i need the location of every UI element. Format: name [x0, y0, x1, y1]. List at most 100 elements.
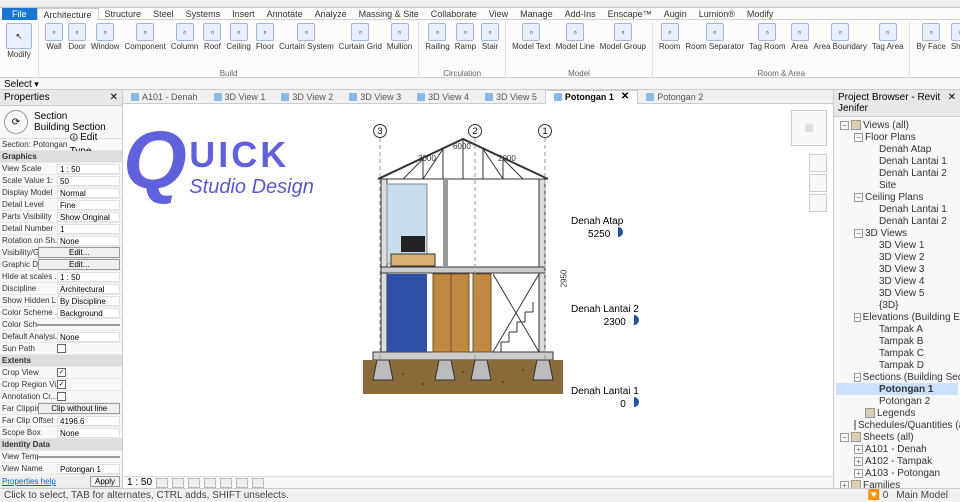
prop-value[interactable]: Show Original — [57, 212, 120, 222]
properties-help-link[interactable]: Properties help — [2, 477, 56, 486]
menu-tab[interactable]: Augin — [658, 8, 693, 20]
area-boundary-button[interactable]: ▫Area Boundary — [812, 22, 869, 52]
prop-group-header[interactable]: Extents — [0, 355, 122, 367]
railing-button[interactable]: ▫Railing — [423, 22, 451, 52]
view-tab[interactable]: 3D View 5 — [477, 90, 545, 104]
view-tab[interactable]: 3D View 4 — [409, 90, 477, 104]
prop-group-header[interactable]: Identity Data — [0, 439, 122, 451]
view-tab[interactable]: Potongan 1 ✕ — [545, 90, 638, 104]
tree-item[interactable]: Tampak C — [836, 347, 958, 359]
tree-item[interactable]: Denah Lantai 2 — [836, 167, 958, 179]
hide-icon[interactable] — [236, 478, 248, 488]
apply-button[interactable]: Apply — [90, 476, 120, 487]
tree-expander[interactable]: − — [854, 229, 863, 238]
prop-value[interactable]: 4196.6 — [57, 416, 120, 426]
level-marker[interactable]: Denah Atap5250 — [571, 216, 623, 240]
scale-label[interactable]: 1 : 50 — [127, 477, 152, 488]
door-button[interactable]: ▫Door — [66, 22, 88, 52]
reveal-icon[interactable] — [252, 478, 264, 488]
prop-edit-button[interactable]: Edit... — [38, 259, 120, 270]
menu-tab[interactable]: Modify — [741, 8, 780, 20]
tree-expander[interactable]: − — [840, 121, 849, 130]
menu-tab[interactable]: Massing & Site — [353, 8, 425, 20]
tree-item[interactable]: Legends — [836, 407, 958, 419]
roof-button[interactable]: ▫Roof — [201, 22, 223, 52]
drawing-canvas[interactable]: Q UICK Studio Design 3 2 1 6000 3000 200… — [123, 104, 833, 476]
prop-value[interactable]: Fine — [57, 200, 120, 210]
menu-tab[interactable]: Architecture — [37, 8, 99, 20]
select-dropdown[interactable]: Select ▾ — [0, 78, 960, 90]
tree-item[interactable]: −Floor Plans — [836, 131, 958, 143]
model-text-button[interactable]: ▫Model Text — [510, 22, 553, 52]
menu-tab[interactable]: Add-Ins — [559, 8, 602, 20]
menu-tab[interactable]: Enscape™ — [602, 8, 658, 20]
floor-button[interactable]: ▫Floor — [254, 22, 276, 52]
tree-item[interactable]: Denah Lantai 2 — [836, 215, 958, 227]
prop-value[interactable]: 1 : 50 — [57, 164, 120, 174]
menu-tab[interactable]: Collaborate — [425, 8, 483, 20]
menu-tab[interactable]: View — [483, 8, 514, 20]
curtain-system-button[interactable]: ▫Curtain System — [277, 22, 336, 52]
ceiling-button[interactable]: ▫Ceiling — [224, 22, 252, 52]
view-tab[interactable]: Potongan 2 — [638, 90, 711, 104]
prop-value[interactable]: Potongan 1 — [57, 464, 120, 474]
menu-tab[interactable]: Lumion® — [693, 8, 741, 20]
zoom-icon[interactable] — [809, 194, 827, 212]
prop-checkbox[interactable] — [57, 392, 66, 401]
area-button[interactable]: ▫Area — [789, 22, 811, 52]
tree-expander[interactable]: + — [840, 481, 849, 489]
visual-style-icon[interactable] — [172, 478, 184, 488]
level-marker[interactable]: Denah Lantai 22300 — [571, 304, 639, 328]
file-tab[interactable]: File — [2, 8, 37, 20]
tree-item[interactable]: 3D View 3 — [836, 263, 958, 275]
tree-expander[interactable]: − — [840, 433, 849, 442]
prop-value[interactable]: Architectural — [57, 284, 120, 294]
grid-bubble[interactable]: 1 — [538, 124, 552, 138]
tree-item[interactable]: −Elevations (Building Elevation) — [836, 311, 958, 323]
menu-tab[interactable]: Systems — [180, 8, 227, 20]
window-button[interactable]: ▫Window — [89, 22, 121, 52]
curtain-grid-button[interactable]: ▫Curtain Grid — [337, 22, 384, 52]
crop-icon[interactable] — [220, 478, 232, 488]
tag-area-button[interactable]: ▫Tag Area — [870, 22, 906, 52]
menu-tab[interactable]: Steel — [147, 8, 180, 20]
room-button[interactable]: ▫Room — [657, 22, 682, 52]
tree-item[interactable]: Potongan 2 — [836, 395, 958, 407]
prop-value[interactable]: 1 — [57, 224, 120, 234]
component-button[interactable]: ▫Component — [122, 22, 167, 52]
tree-item[interactable]: Tampak D — [836, 359, 958, 371]
tree-item[interactable]: Tampak A — [836, 323, 958, 335]
menu-tab[interactable]: Annotate — [261, 8, 309, 20]
menu-tab[interactable]: Insert — [226, 8, 261, 20]
prop-value[interactable]: 50 — [57, 176, 120, 186]
tree-item[interactable]: −Ceiling Plans — [836, 191, 958, 203]
prop-value[interactable]: None — [57, 428, 120, 438]
view-tab[interactable]: 3D View 3 — [341, 90, 409, 104]
tree-item[interactable]: +A102 - Tampak — [836, 455, 958, 467]
ramp-button[interactable]: ▫Ramp — [453, 22, 478, 52]
view-cube[interactable]: ⬜ — [791, 110, 827, 146]
sun-path-icon[interactable] — [188, 478, 200, 488]
tree-item[interactable]: +Families — [836, 479, 958, 488]
tree-item[interactable]: −Views (all) — [836, 119, 958, 131]
prop-checkbox[interactable]: ✓ — [57, 368, 66, 377]
tree-item[interactable]: Tampak B — [836, 335, 958, 347]
tree-expander[interactable]: + — [854, 445, 863, 454]
prop-edit-button[interactable]: Edit... — [38, 247, 120, 258]
tree-expander[interactable]: − — [854, 313, 861, 322]
tree-item[interactable]: Site — [836, 179, 958, 191]
tree-expander[interactable]: + — [854, 457, 863, 466]
level-marker[interactable]: Denah Lantai 10 — [571, 386, 639, 410]
tree-item[interactable]: +A103 - Potongan — [836, 467, 958, 479]
shaft-button[interactable]: ▫Shaft — [949, 22, 960, 52]
tree-item[interactable]: Denah Atap — [836, 143, 958, 155]
pan-icon[interactable] — [809, 174, 827, 192]
view-tab[interactable]: 3D View 1 — [206, 90, 274, 104]
close-icon[interactable]: ✕ — [948, 92, 956, 114]
view-tab[interactable]: A101 - Denah — [123, 90, 206, 104]
tree-item[interactable]: −3D Views — [836, 227, 958, 239]
tree-item[interactable]: Denah Lantai 1 — [836, 203, 958, 215]
menu-tab[interactable]: Analyze — [309, 8, 353, 20]
prop-checkbox[interactable] — [57, 344, 66, 353]
tree-item[interactable]: {3D} — [836, 299, 958, 311]
